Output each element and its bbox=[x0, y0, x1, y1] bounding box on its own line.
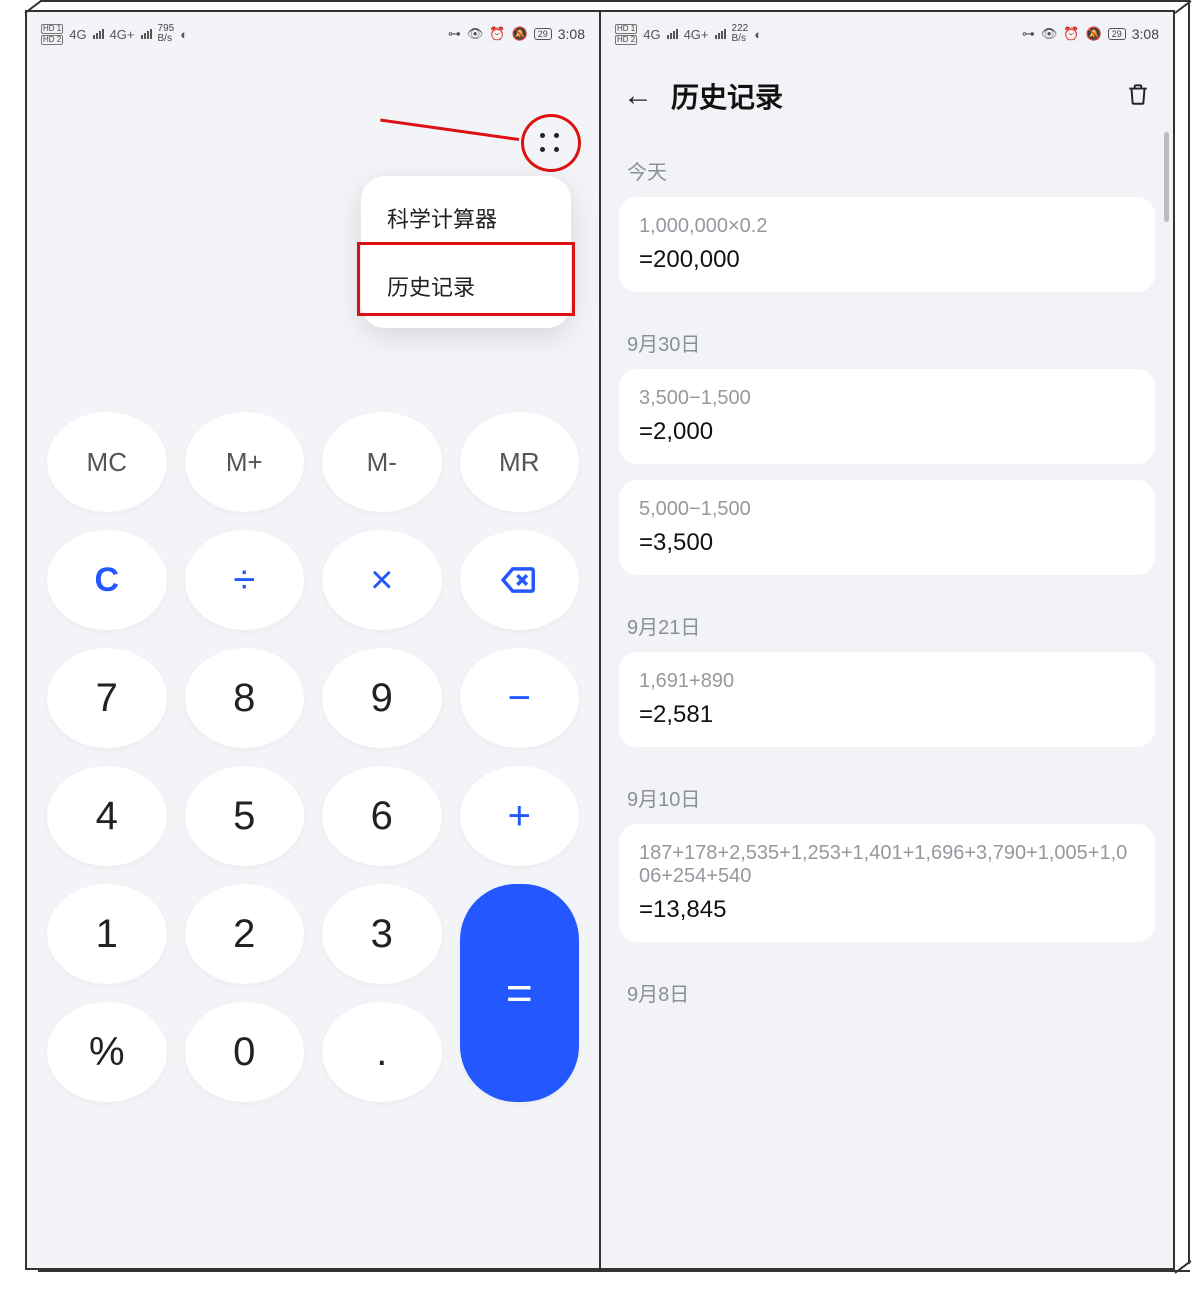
net-speed: 795B/s bbox=[158, 24, 175, 44]
history-group-label: 9月10日 bbox=[601, 763, 1173, 824]
key-4[interactable]: 4 bbox=[47, 766, 167, 866]
signal-bars-1 bbox=[93, 29, 104, 39]
signal-bars-2 bbox=[715, 29, 726, 39]
key-6[interactable]: 6 bbox=[322, 766, 442, 866]
history-item[interactable]: 187+178+2,535+1,253+1,401+1,696+3,790+1,… bbox=[619, 824, 1155, 942]
key-minus[interactable]: − bbox=[460, 648, 580, 748]
signal-bars-1 bbox=[667, 29, 678, 39]
history-item[interactable]: 3,500−1,500 =2,000 bbox=[619, 369, 1155, 464]
frame-corner bbox=[1175, 12, 1193, 30]
key-dot[interactable]: . bbox=[322, 1002, 442, 1102]
key-3[interactable]: 3 bbox=[322, 884, 442, 984]
frame-corner bbox=[25, 12, 43, 30]
signal-bars-2 bbox=[141, 29, 152, 39]
key-equals[interactable]: = bbox=[460, 884, 580, 1102]
key-multiply[interactable]: × bbox=[322, 530, 442, 630]
sync-icon: ◐ bbox=[754, 27, 762, 42]
eye-icon: 👁 bbox=[1041, 26, 1058, 42]
key-mc[interactable]: MC bbox=[47, 412, 167, 512]
history-result: =200,000 bbox=[639, 246, 1135, 274]
eye-icon: 👁 bbox=[467, 26, 484, 42]
mute-icon: 🔕 bbox=[1086, 26, 1102, 42]
history-result: =2,000 bbox=[639, 418, 1135, 446]
hd-badge-1: HD 1 bbox=[41, 24, 63, 34]
key-mminus[interactable]: M- bbox=[322, 412, 442, 512]
history-expression: 187+178+2,535+1,253+1,401+1,696+3,790+1,… bbox=[639, 842, 1135, 888]
history-item[interactable]: 1,000,000×0.2 =200,000 bbox=[619, 197, 1155, 292]
status-bar: HD 1 HD 2 4G 4G+ 795B/s ◐ ⊶ 👁 ⏰ 🔕 29 bbox=[27, 12, 599, 56]
backspace-icon bbox=[500, 561, 538, 599]
history-expression: 1,000,000×0.2 bbox=[639, 215, 1135, 238]
signal-4g-2: 4G+ bbox=[110, 27, 135, 42]
delete-button[interactable] bbox=[1125, 81, 1151, 112]
alarm-icon: ⏰ bbox=[489, 26, 505, 42]
signal-4g-1: 4G bbox=[69, 27, 86, 42]
outer-frame: HD 1 HD 2 4G 4G+ 795B/s ◐ ⊶ 👁 ⏰ 🔕 29 bbox=[25, 10, 1175, 1270]
key-icon: ⊶ bbox=[448, 26, 461, 42]
phone-history: HD 1 HD 2 4G 4G+ 222B/s ◐ ⊶ 👁 ⏰ 🔕 29 bbox=[599, 12, 1173, 1268]
scrollbar[interactable] bbox=[1164, 132, 1169, 222]
key-8[interactable]: 8 bbox=[185, 648, 305, 748]
phone-calculator: HD 1 HD 2 4G 4G+ 795B/s ◐ ⊶ 👁 ⏰ 🔕 29 bbox=[27, 12, 599, 1268]
frame-corner bbox=[1175, 1272, 1193, 1290]
frame-edge bbox=[1188, 0, 1190, 1264]
clock: 3:08 bbox=[1132, 26, 1159, 42]
history-expression: 3,500−1,500 bbox=[639, 387, 1135, 410]
history-item[interactable]: 5,000−1,500 =3,500 bbox=[619, 480, 1155, 575]
annotation-highlight bbox=[357, 242, 575, 316]
trash-icon bbox=[1125, 81, 1151, 107]
frame-edge bbox=[40, 0, 1190, 2]
mute-icon: 🔕 bbox=[512, 26, 528, 42]
frame-edge bbox=[38, 1270, 1190, 1272]
battery-badge: 29 bbox=[1108, 28, 1126, 40]
history-item[interactable]: 1,691+890 =2,581 bbox=[619, 652, 1155, 747]
key-backspace[interactable] bbox=[460, 530, 580, 630]
signal-4g-1: 4G bbox=[643, 27, 660, 42]
key-0[interactable]: 0 bbox=[185, 1002, 305, 1102]
key-divide[interactable]: ÷ bbox=[185, 530, 305, 630]
net-speed: 222B/s bbox=[732, 24, 749, 44]
history-result: =2,581 bbox=[639, 701, 1135, 729]
clock: 3:08 bbox=[558, 26, 585, 42]
history-result: =3,500 bbox=[639, 529, 1135, 557]
key-7[interactable]: 7 bbox=[47, 648, 167, 748]
history-expression: 1,691+890 bbox=[639, 670, 1135, 693]
signal-4g-2: 4G+ bbox=[684, 27, 709, 42]
battery-badge: 29 bbox=[534, 28, 552, 40]
hd-badge-2: HD 2 bbox=[41, 35, 63, 45]
history-expression: 5,000−1,500 bbox=[639, 498, 1135, 521]
hd-badge-1: HD 1 bbox=[615, 24, 637, 34]
page-title: 历史记录 bbox=[671, 76, 1107, 116]
key-plus[interactable]: + bbox=[460, 766, 580, 866]
alarm-icon: ⏰ bbox=[1063, 26, 1079, 42]
key-9[interactable]: 9 bbox=[322, 648, 442, 748]
key-1[interactable]: 1 bbox=[47, 884, 167, 984]
hd-badge-2: HD 2 bbox=[615, 35, 637, 45]
annotation-arrow bbox=[380, 119, 519, 141]
key-2[interactable]: 2 bbox=[185, 884, 305, 984]
back-button[interactable]: ← bbox=[623, 79, 653, 113]
key-mplus[interactable]: M+ bbox=[185, 412, 305, 512]
status-bar: HD 1 HD 2 4G 4G+ 222B/s ◐ ⊶ 👁 ⏰ 🔕 29 bbox=[601, 12, 1173, 56]
key-mr[interactable]: MR bbox=[460, 412, 580, 512]
key-percent[interactable]: % bbox=[47, 1002, 167, 1102]
sync-icon: ◐ bbox=[180, 27, 188, 42]
keypad: MC M+ M- MR C ÷ × 7 8 9 − bbox=[27, 396, 599, 1140]
history-group-label: 9月30日 bbox=[601, 308, 1173, 369]
history-group-label: 今天 bbox=[601, 136, 1173, 197]
history-list: 今天 1,000,000×0.2 =200,000 9月30日 3,500−1,500 =… bbox=[601, 136, 1173, 1019]
key-clear[interactable]: C bbox=[47, 530, 167, 630]
history-group-label: 9月8日 bbox=[601, 958, 1173, 1019]
history-result: =13,845 bbox=[639, 896, 1135, 924]
more-menu-icon[interactable] bbox=[529, 122, 571, 164]
history-group-label: 9月21日 bbox=[601, 591, 1173, 652]
key-5[interactable]: 5 bbox=[185, 766, 305, 866]
key-icon: ⊶ bbox=[1022, 26, 1035, 42]
